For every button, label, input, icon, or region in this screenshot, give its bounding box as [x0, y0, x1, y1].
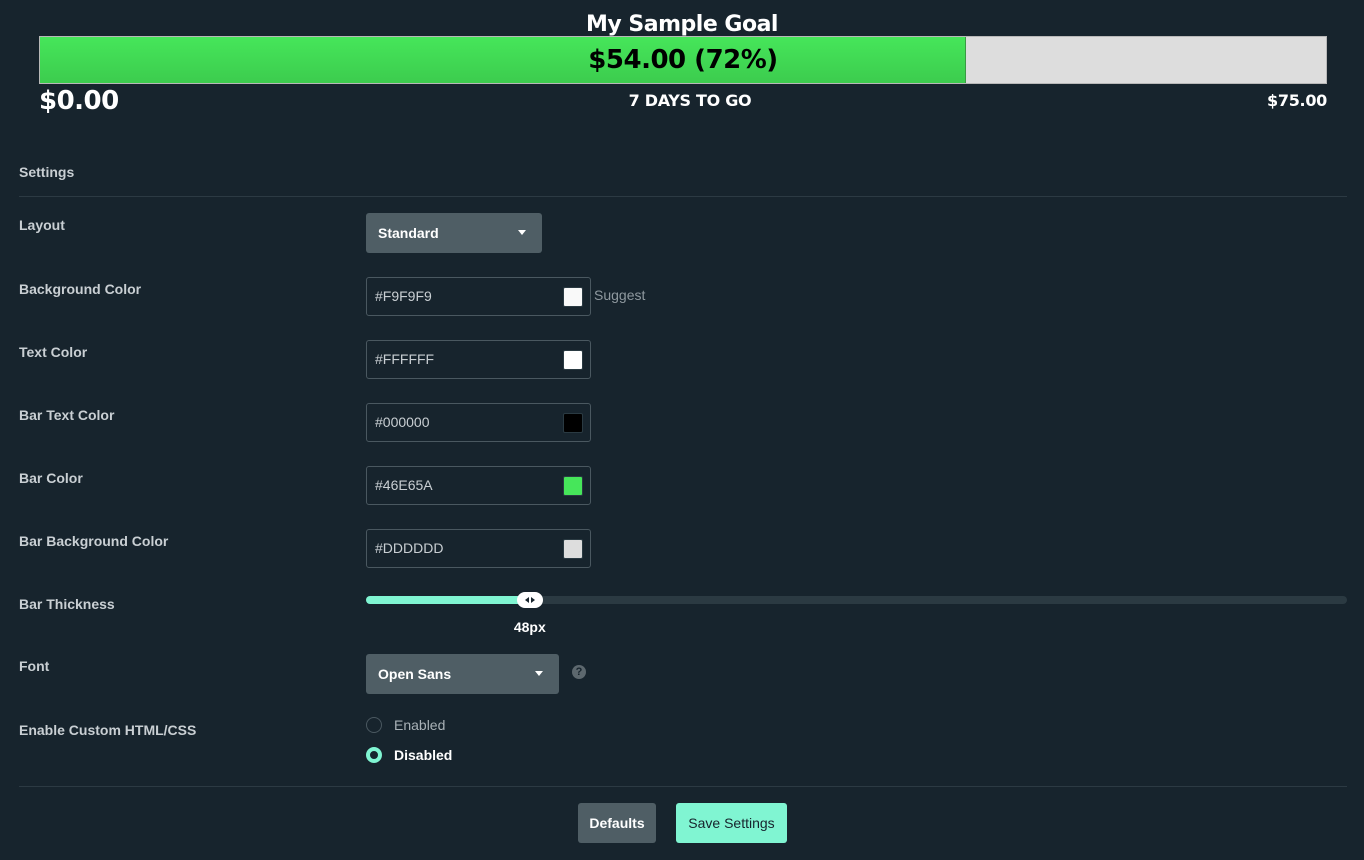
suggest-link[interactable]: Suggest	[594, 287, 645, 303]
radio-enabled-label: Enabled	[394, 717, 446, 733]
bar-background-color-value: #DDDDDD	[375, 540, 444, 556]
settings-divider-top	[19, 196, 1347, 197]
bar-color-value: #46E65A	[375, 477, 433, 493]
bar-thickness-slider-handle[interactable]	[516, 592, 543, 608]
layout-select-value: Standard	[378, 225, 439, 241]
settings-title: Settings	[19, 164, 75, 180]
background-color-swatch[interactable]	[563, 287, 583, 307]
settings-divider-bottom	[19, 786, 1347, 787]
arrow-left-icon	[524, 597, 529, 603]
text-color-swatch[interactable]	[563, 350, 583, 370]
font-select-value: Open Sans	[378, 666, 452, 682]
defaults-button[interactable]: Defaults	[578, 803, 656, 843]
font-select[interactable]: Open Sans	[366, 654, 559, 694]
background-color-value: #F9F9F9	[375, 288, 432, 304]
radio-enabled[interactable]: Enabled	[366, 717, 445, 733]
bar-background-color-label: Bar Background Color	[19, 533, 169, 549]
question-circle-icon[interactable]: ?	[572, 665, 586, 679]
text-color-input[interactable]: #FFFFFF	[366, 340, 591, 379]
bar-thickness-value: 48px	[513, 619, 546, 635]
bar-text-color-swatch[interactable]	[563, 413, 583, 433]
bar-background-color-swatch[interactable]	[563, 539, 583, 559]
layout-select[interactable]: Standard	[366, 213, 542, 253]
layout-label: Layout	[19, 217, 65, 233]
goal-progress-bar: $54.00 (72%)	[39, 36, 1327, 84]
bar-text-color-input[interactable]: #000000	[366, 403, 591, 442]
goal-progress-text: $54.00 (72%)	[588, 45, 778, 75]
bar-text-color-value: #000000	[375, 414, 430, 430]
goal-days-remaining: 7 DAYS TO GO	[628, 91, 752, 110]
chevron-down-icon	[535, 671, 543, 676]
bar-text-color-label: Bar Text Color	[19, 407, 115, 423]
bar-color-input[interactable]: #46E65A	[366, 466, 591, 505]
bar-background-color-input[interactable]: #DDDDDD	[366, 529, 591, 568]
radio-disabled-label: Disabled	[394, 747, 453, 763]
goal-target-amount: $75.00	[1267, 91, 1327, 110]
bar-thickness-slider[interactable]	[366, 592, 1347, 608]
bar-color-swatch[interactable]	[563, 476, 583, 496]
text-color-label: Text Color	[19, 344, 88, 360]
radio-circle-icon[interactable]	[366, 717, 382, 733]
custom-html-label: Enable Custom HTML/CSS	[19, 722, 197, 738]
bar-color-label: Bar Color	[19, 470, 83, 486]
chevron-down-icon	[518, 230, 526, 235]
save-settings-button[interactable]: Save Settings	[676, 803, 787, 843]
arrow-right-icon	[530, 597, 535, 603]
background-color-input[interactable]: #F9F9F9	[366, 277, 591, 316]
bar-thickness-slider-fill	[366, 596, 530, 604]
font-label: Font	[19, 658, 50, 674]
background-color-label: Background Color	[19, 281, 142, 297]
text-color-value: #FFFFFF	[375, 351, 435, 367]
bar-thickness-label: Bar Thickness	[19, 596, 115, 612]
radio-disabled[interactable]: Disabled	[366, 747, 452, 763]
radio-circle-icon[interactable]	[366, 747, 382, 763]
